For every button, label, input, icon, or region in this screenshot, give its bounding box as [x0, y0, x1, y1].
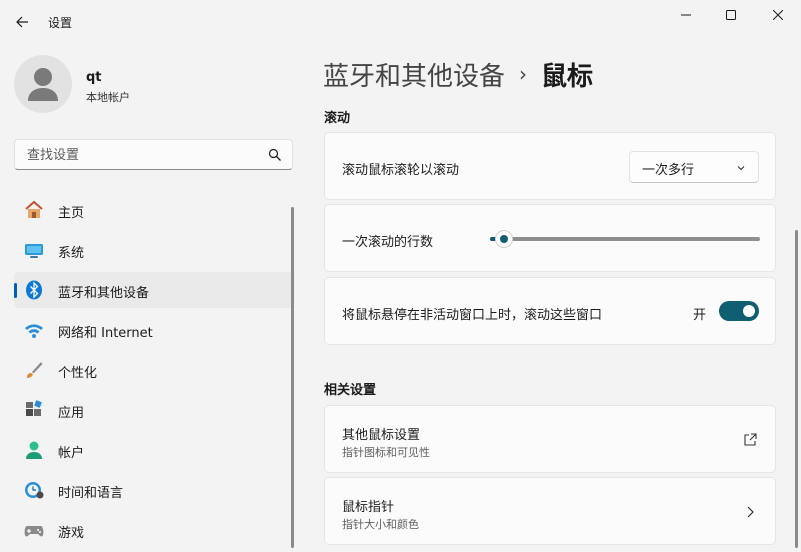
- scroll-section-title: 滚动: [324, 111, 351, 126]
- slider-track: [490, 237, 760, 241]
- mouse-pointer-subtitle: 指针大小和颜色: [342, 518, 419, 531]
- search-box[interactable]: [14, 139, 293, 170]
- slider-thumb[interactable]: [495, 230, 513, 248]
- sidebar-item-bluetooth[interactable]: 蓝牙和其他设备: [14, 272, 293, 308]
- sidebar-item-label: 主页: [58, 206, 85, 221]
- back-button[interactable]: [8, 8, 36, 36]
- sidebar-item-personalization[interactable]: 个性化: [14, 352, 293, 388]
- apps-icon: [24, 400, 44, 420]
- mouse-pointer-card[interactable]: 鼠标指针 指针大小和颜色: [324, 477, 776, 545]
- sidebar-item-label: 网络和 Internet: [58, 326, 153, 341]
- sidebar-item-label: 游戏: [58, 526, 85, 541]
- wheel-scroll-label: 滚动鼠标滚轮以滚动: [342, 163, 460, 178]
- content-scrollbar[interactable]: [795, 230, 798, 548]
- sidebar-item-accounts[interactable]: 帐户: [14, 432, 293, 468]
- minimize-icon: [681, 14, 691, 16]
- home-icon: [24, 200, 44, 220]
- close-icon: [773, 10, 783, 20]
- wifi-icon: [24, 320, 44, 340]
- wheel-scroll-dropdown[interactable]: 一次多行: [629, 151, 759, 183]
- system-icon: [24, 240, 44, 260]
- page-title: 鼠标: [541, 61, 594, 92]
- user-name: qt: [86, 70, 102, 85]
- bluetooth-icon: [24, 280, 44, 300]
- other-mouse-settings-card[interactable]: 其他鼠标设置 指针图标和可见性: [324, 405, 776, 473]
- sidebar-item-apps[interactable]: 应用: [14, 392, 293, 428]
- chevron-right-icon: [747, 506, 754, 518]
- title-bar: 设置: [0, 0, 801, 44]
- sidebar-item-home[interactable]: 主页: [14, 192, 293, 228]
- toggle-state-text: 开: [693, 308, 707, 323]
- close-button[interactable]: [755, 0, 801, 30]
- other-mouse-settings-title: 其他鼠标设置: [342, 428, 421, 443]
- wheel-scroll-card: 滚动鼠标滚轮以滚动 一次多行: [324, 132, 776, 200]
- sidebar-item-system[interactable]: 系统: [14, 232, 293, 268]
- lines-to-scroll-slider[interactable]: [490, 230, 760, 248]
- account-type: 本地帐户: [86, 91, 130, 104]
- sidebar-item-label: 蓝牙和其他设备: [58, 286, 150, 301]
- maximize-icon: [726, 10, 736, 20]
- inactive-scroll-card: 将鼠标悬停在非活动窗口上时，滚动这些窗口 开: [324, 277, 776, 345]
- account-icon: [24, 440, 44, 460]
- sidebar-scrollbar[interactable]: [291, 207, 294, 548]
- sidebar-item-label: 时间和语言: [58, 486, 124, 501]
- breadcrumb-separator: ›: [519, 62, 528, 86]
- other-mouse-settings-subtitle: 指针图标和可见性: [342, 446, 430, 459]
- sidebar-item-label: 应用: [58, 406, 85, 421]
- lines-to-scroll-label: 一次滚动的行数: [342, 235, 434, 250]
- back-arrow-icon: [16, 16, 28, 28]
- chevron-down-icon: [737, 166, 745, 171]
- inactive-scroll-label: 将鼠标悬停在非活动窗口上时，滚动这些窗口: [342, 308, 603, 323]
- app-title: 设置: [48, 16, 73, 30]
- maximize-button[interactable]: [708, 0, 754, 30]
- gamepad-icon: [24, 520, 44, 540]
- related-section-title: 相关设置: [324, 383, 377, 398]
- brush-icon: [24, 360, 44, 380]
- lines-to-scroll-card: 一次滚动的行数: [324, 204, 776, 272]
- avatar[interactable]: [14, 55, 72, 113]
- clock-globe-icon: [24, 480, 44, 500]
- mouse-pointer-title: 鼠标指针: [342, 500, 395, 515]
- inactive-scroll-toggle[interactable]: [719, 301, 759, 321]
- sidebar-item-time-language[interactable]: 时间和语言: [14, 472, 293, 508]
- sidebar-item-label: 个性化: [58, 366, 98, 381]
- sidebar-item-gaming[interactable]: 游戏: [14, 512, 293, 548]
- search-icon: [268, 148, 281, 161]
- breadcrumb: 蓝牙和其他设备 › 鼠标: [323, 54, 593, 94]
- sidebar-item-network[interactable]: 网络和 Internet: [14, 312, 293, 348]
- sidebar-item-label: 帐户: [58, 446, 85, 461]
- dropdown-value: 一次多行: [642, 163, 695, 178]
- external-link-icon: [744, 433, 757, 446]
- sidebar-item-label: 系统: [58, 246, 85, 261]
- sidebar-nav: 主页 系统 蓝牙和其他设备 网络和 Internet 个性化 应用 帐户 时间和…: [14, 192, 293, 552]
- user-icon: [28, 68, 58, 101]
- search-input[interactable]: [25, 146, 255, 164]
- breadcrumb-parent[interactable]: 蓝牙和其他设备: [323, 56, 505, 93]
- minimize-button[interactable]: [663, 0, 709, 30]
